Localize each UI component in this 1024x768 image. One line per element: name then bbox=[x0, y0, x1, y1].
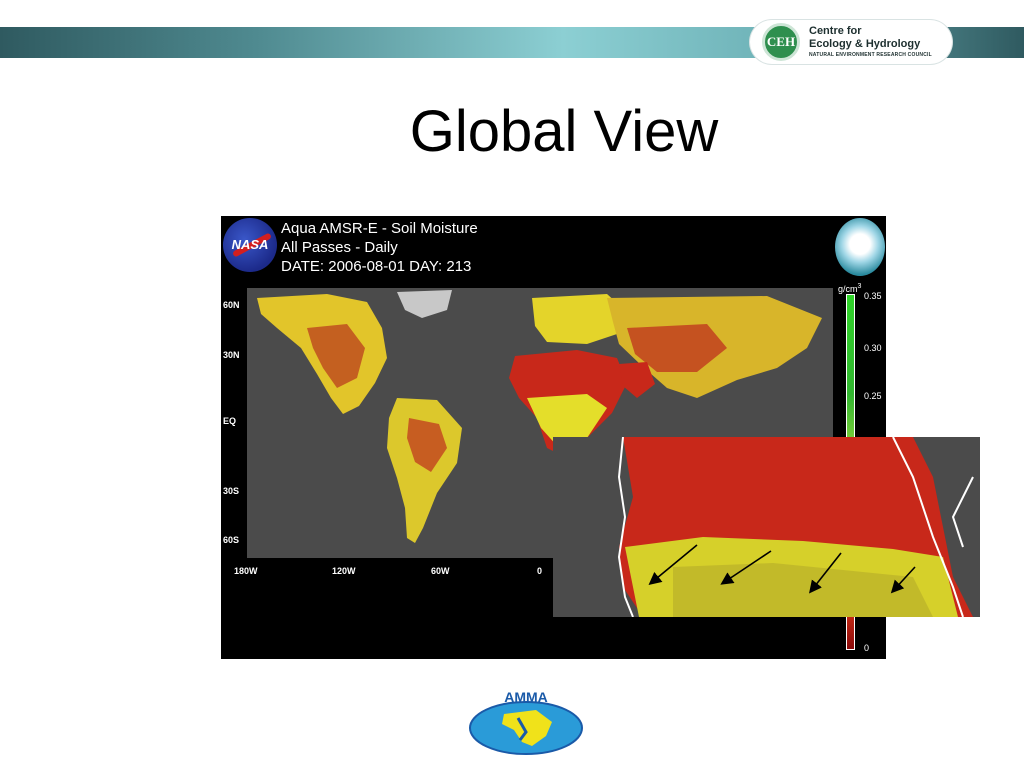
map-title-line1: Aqua AMSR-E - Soil Moisture bbox=[281, 220, 478, 237]
lat-label-30n: 30N bbox=[223, 350, 240, 360]
arrow-3 bbox=[809, 552, 842, 594]
lon-label-0: 0 bbox=[537, 566, 543, 576]
map-title-line3: DATE: 2006-08-01 DAY: 213 bbox=[281, 258, 472, 275]
amma-logo-text: AMMA bbox=[504, 689, 548, 705]
colorbar-label-0: 0 bbox=[864, 643, 870, 653]
zoom-inset-image bbox=[553, 437, 980, 617]
arrow-4 bbox=[890, 566, 916, 594]
lat-label-eq: EQ bbox=[223, 416, 237, 426]
colorbar-label-035: 0.35 bbox=[864, 291, 882, 301]
colorbar-unit-text: g/cm bbox=[838, 284, 858, 294]
lat-label-60s: 60S bbox=[223, 535, 240, 545]
ceh-name-line2: Ecology & Hydrology bbox=[809, 38, 921, 50]
lat-label-60n: 60N bbox=[223, 300, 240, 310]
ceh-council-line: NATURAL ENVIRONMENT RESEARCH COUNCIL bbox=[809, 52, 932, 58]
amma-logo: AMMA bbox=[466, 688, 586, 756]
colorbar-label-030: 0.30 bbox=[864, 343, 882, 353]
map-title-line2: All Passes - Daily bbox=[281, 239, 398, 256]
ceh-logo: CEH Centre for Ecology & Hydrology NATUR… bbox=[750, 20, 952, 64]
amma-logo-graphic: AMMA bbox=[469, 689, 583, 755]
colorbar-label-025: 0.25 bbox=[864, 391, 882, 401]
arrow-1 bbox=[648, 544, 698, 586]
arrow-2 bbox=[720, 550, 772, 585]
ceh-name-line1: Centre for bbox=[809, 25, 862, 37]
slide-title: Global View bbox=[409, 99, 719, 164]
colorbar-unit-exponent: 3 bbox=[857, 283, 862, 290]
lat-label-30s: 30S bbox=[223, 486, 240, 496]
colorbar-unit: g/cm3 bbox=[838, 283, 861, 294]
ceh-monogram: CEH bbox=[762, 23, 800, 61]
mission-globe-logo bbox=[835, 218, 885, 276]
lon-label-180w: 180W bbox=[234, 566, 258, 576]
arrows-overlay bbox=[648, 544, 916, 594]
nasa-logo: NASA bbox=[223, 218, 277, 272]
lon-label-120w: 120W bbox=[332, 566, 356, 576]
nasa-logo-text: NASA bbox=[231, 237, 269, 252]
lon-label-60w: 60W bbox=[431, 566, 450, 576]
